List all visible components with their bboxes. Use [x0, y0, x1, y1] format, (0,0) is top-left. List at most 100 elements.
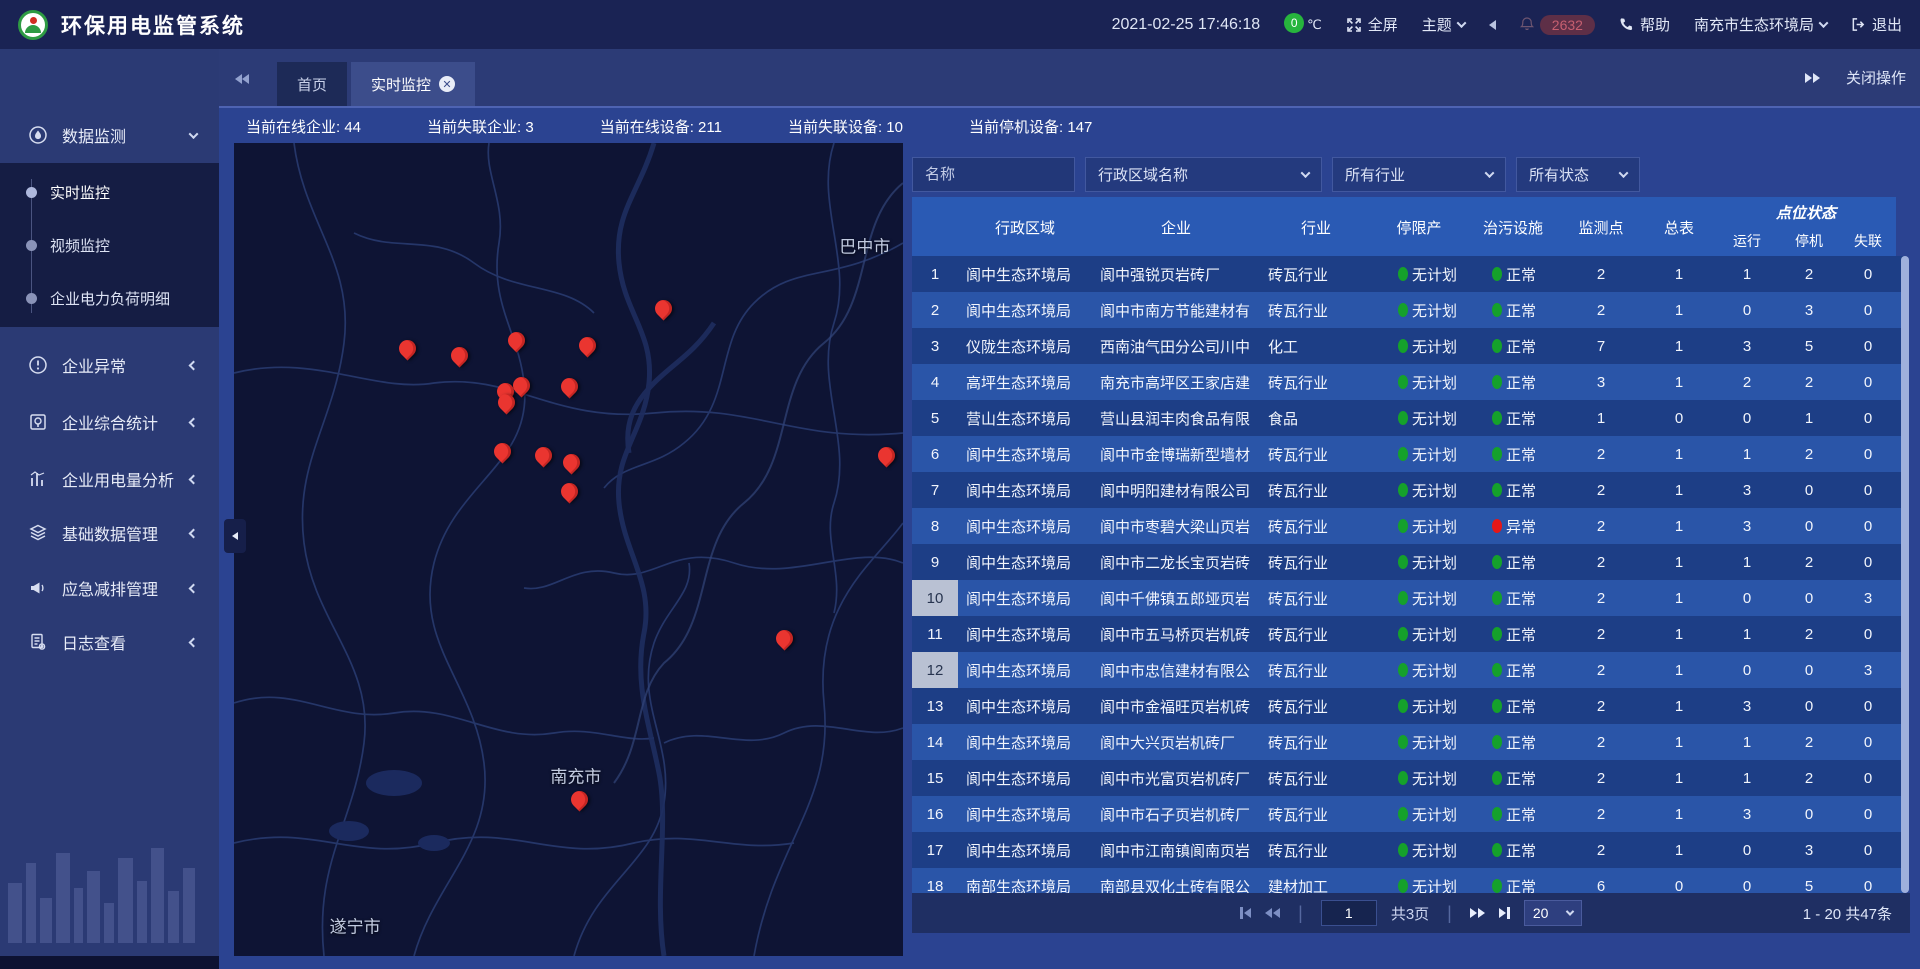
- cell-facility-status: 正常: [1466, 724, 1560, 760]
- table-row[interactable]: 14阆中生态环境局阆中大兴页岩机砖厂砖瓦行业无计划正常21120: [912, 724, 1904, 760]
- fullscreen-button[interactable]: 全屏: [1346, 14, 1398, 35]
- cell-stop-status: 无计划: [1372, 832, 1466, 868]
- sidebar-group-base-data[interactable]: 基础数据管理: [0, 511, 219, 555]
- cell-region: 仪陇生态环境局: [958, 328, 1092, 364]
- region-select-value: 行政区域名称: [1098, 164, 1188, 185]
- status-dot-green: [1492, 303, 1502, 317]
- status-dot-green: [1492, 447, 1502, 461]
- sidebar-group-emergency-reduction[interactable]: 应急减排管理: [0, 566, 219, 610]
- status-dot-green: [1492, 879, 1502, 893]
- cell-meter-count: 1: [1642, 436, 1716, 472]
- table-row[interactable]: 9阆中生态环境局阆中市二龙长宝页岩砖砖瓦行业无计划正常21120: [912, 544, 1904, 580]
- sidebar-item-video-monitor[interactable]: 视频监控: [0, 230, 219, 260]
- status-dot-green: [1492, 735, 1502, 749]
- close-operations-button[interactable]: 关闭操作: [1846, 67, 1906, 88]
- table-row[interactable]: 17阆中生态环境局阆中市江南镇阆南页岩砖瓦行业无计划正常21030: [912, 832, 1904, 868]
- region-select[interactable]: 行政区域名称: [1085, 157, 1322, 192]
- row-index: 13: [912, 688, 958, 724]
- map-canvas[interactable]: 巴中市南充市遂宁市: [234, 143, 903, 956]
- table-row[interactable]: 4高坪生态环境局南充市高坪区王家店建砖瓦行业无计划正常31220: [912, 364, 1904, 400]
- table-row[interactable]: 3仪陇生态环境局西南油气田分公司川中化工无计划正常71350: [912, 328, 1904, 364]
- cell-region: 阆中生态环境局: [958, 760, 1092, 796]
- page-size-select[interactable]: 20: [1524, 900, 1582, 926]
- cell-stop-status: 无计划: [1372, 436, 1466, 472]
- table-body: 1阆中生态环境局阆中强锐页岩砖厂砖瓦行业无计划正常211202阆中生态环境局阆中…: [912, 256, 1904, 893]
- cell-company: 西南油气田分公司川中: [1092, 328, 1260, 364]
- cell-meter-count: 1: [1642, 508, 1716, 544]
- table-row[interactable]: 5营山生态环境局营山县润丰肉食品有限食品无计划正常10010: [912, 400, 1904, 436]
- cell-run-count: 1: [1716, 544, 1778, 580]
- cell-company: 阆中市五马桥页岩机砖: [1092, 616, 1260, 652]
- table-row[interactable]: 7阆中生态环境局阆中明阳建材有限公司砖瓦行业无计划正常21300: [912, 472, 1904, 508]
- theme-dropdown[interactable]: 主题: [1422, 14, 1465, 35]
- alert-circle-icon: [28, 355, 48, 375]
- cell-region: 阆中生态环境局: [958, 688, 1092, 724]
- table-row[interactable]: 15阆中生态环境局阆中市光富页岩机砖厂砖瓦行业无计划正常21120: [912, 760, 1904, 796]
- tab-home[interactable]: 首页: [277, 62, 347, 106]
- cell-meter-count: 1: [1642, 364, 1716, 400]
- bar-icon: [1240, 907, 1243, 919]
- notifications[interactable]: 2632: [1520, 15, 1595, 35]
- double-chevron-left-icon: [242, 74, 249, 84]
- tab-close-icon[interactable]: ✕: [439, 76, 455, 92]
- table-row[interactable]: 2阆中生态环境局阆中市南方节能建材有砖瓦行业无计划正常21030: [912, 292, 1904, 328]
- row-index: 3: [912, 328, 958, 364]
- table-row[interactable]: 11阆中生态环境局阆中市五马桥页岩机砖砖瓦行业无计划正常21120: [912, 616, 1904, 652]
- cell-company: 南部县双化土砖有限公: [1092, 868, 1260, 893]
- status-dot-green: [1398, 699, 1408, 713]
- cell-facility-status: 正常: [1466, 292, 1560, 328]
- theme-label: 主题: [1422, 14, 1452, 35]
- help-button[interactable]: 帮助: [1619, 14, 1670, 35]
- status-dot-green: [1492, 591, 1502, 605]
- tab-realtime-monitor[interactable]: 实时监控 ✕: [351, 62, 475, 106]
- cell-meter-count: 0: [1642, 400, 1716, 436]
- sidebar-group-log-view[interactable]: 日志查看: [0, 620, 219, 664]
- sidebar-item-power-load-detail[interactable]: 企业电力负荷明细: [0, 283, 219, 313]
- table-row[interactable]: 12阆中生态环境局阆中市忠信建材有限公砖瓦行业无计划正常21003: [912, 652, 1904, 688]
- sidebar-item-realtime-monitor[interactable]: 实时监控: [0, 177, 219, 207]
- tabs-scroll-right-button[interactable]: [1805, 73, 1820, 83]
- logout-button[interactable]: 退出: [1851, 14, 1902, 35]
- cell-company: 阆中市石子页岩机砖厂: [1092, 796, 1260, 832]
- tabs-scroll-left-button[interactable]: [235, 71, 249, 89]
- sidebar-group-label: 基础数据管理: [62, 521, 158, 545]
- industry-select[interactable]: 所有行业: [1332, 157, 1506, 192]
- table-row[interactable]: 1阆中生态环境局阆中强锐页岩砖厂砖瓦行业无计划正常21120: [912, 256, 1904, 292]
- table-row[interactable]: 8阆中生态环境局阆中市枣碧大梁山页岩砖瓦行业无计划异常21300: [912, 508, 1904, 544]
- col-header-meter: 总表: [1642, 197, 1716, 257]
- cell-lost-count: 0: [1840, 688, 1896, 724]
- cell-down-count: 0: [1778, 580, 1840, 616]
- first-page-button[interactable]: [1240, 907, 1251, 919]
- page-number-input[interactable]: [1321, 900, 1377, 926]
- sidebar-group-power-analysis[interactable]: 企业用电量分析: [0, 457, 219, 501]
- mute-button[interactable]: [1489, 20, 1496, 30]
- cell-run-count: 3: [1716, 472, 1778, 508]
- org-dropdown[interactable]: 南充市生态环境局: [1694, 14, 1827, 35]
- status-dot-green: [1398, 375, 1408, 389]
- status-dot-green: [1398, 303, 1408, 317]
- cell-facility-status: 正常: [1466, 688, 1560, 724]
- table-row[interactable]: 6阆中生态环境局阆中市金博瑞新型墙材砖瓦行业无计划正常21120: [912, 436, 1904, 472]
- cell-down-count: 1: [1778, 400, 1840, 436]
- cell-monitor-count: 2: [1560, 652, 1642, 688]
- cell-facility-status: 正常: [1466, 400, 1560, 436]
- next-page-button[interactable]: [1470, 908, 1485, 918]
- table-row[interactable]: 13阆中生态环境局阆中市金福旺页岩机砖砖瓦行业无计划正常21300: [912, 688, 1904, 724]
- table-row[interactable]: 16阆中生态环境局阆中市石子页岩机砖厂砖瓦行业无计划正常21300: [912, 796, 1904, 832]
- table-row[interactable]: 18南部生态环境局南部县双化土砖有限公建材加工无计划正常60050: [912, 868, 1904, 893]
- cell-facility-status: 异常: [1466, 508, 1560, 544]
- sidebar-collapse-handle[interactable]: [224, 519, 246, 553]
- prev-page-button[interactable]: [1265, 908, 1280, 918]
- cell-monitor-count: 2: [1560, 256, 1642, 292]
- table-row[interactable]: 10阆中生态环境局阆中千佛镇五郎垭页岩砖瓦行业无计划正常21003: [912, 580, 1904, 616]
- sidebar-group-enterprise-abnormal[interactable]: 企业异常: [0, 343, 219, 387]
- map-city-label: 遂宁市: [330, 913, 381, 938]
- row-index: 9: [912, 544, 958, 580]
- sidebar-group-composite-stats[interactable]: 企业综合统计: [0, 400, 219, 444]
- cell-region: 阆中生态环境局: [958, 616, 1092, 652]
- sidebar-group-data-monitor[interactable]: 数据监测: [0, 113, 219, 157]
- status-select[interactable]: 所有状态: [1516, 157, 1640, 192]
- name-search-input[interactable]: [912, 157, 1075, 192]
- last-page-button[interactable]: [1499, 907, 1510, 919]
- table-scrollbar[interactable]: [1901, 256, 1909, 893]
